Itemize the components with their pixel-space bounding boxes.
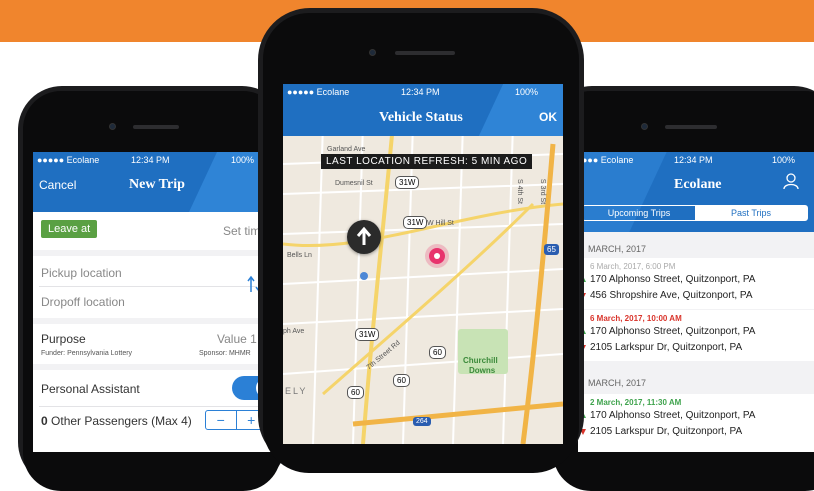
map-view[interactable] xyxy=(283,84,563,444)
page-title: New Trip xyxy=(129,177,185,192)
battery-label: 100% xyxy=(772,155,796,165)
status-bar: ●●● Ecolane 12:34 PM 100% xyxy=(578,152,814,168)
carrier-label: ●●●●● Ecolane xyxy=(287,87,350,97)
locations-group: Pickup location Dropoff location xyxy=(33,256,286,318)
status-time: 12:34 PM xyxy=(674,155,713,165)
leave-at-button[interactable]: Leave at xyxy=(41,220,98,238)
personal-assistant-label: Personal Assistant xyxy=(41,382,140,396)
route-shield: 31W xyxy=(355,328,380,341)
map-label: ph Ave xyxy=(283,328,305,335)
sponsor-label: Sponsor: MHMR xyxy=(199,350,251,357)
trip-origin: 170 Alphonso Street, Quitzonport, PA xyxy=(590,326,756,337)
trip-list-item[interactable]: 6 March, 2017, 10:00 AM 170 Alphonso Str… xyxy=(578,310,814,361)
map-label: Dumesnil St xyxy=(335,180,373,187)
trip-list-item[interactable]: 2 March, 2017, 11:30 AM 170 Alphonso Str… xyxy=(578,394,814,452)
ecolane-navbar: ●●● Ecolane 12:34 PM 100% Ecolane Upcomi… xyxy=(578,152,814,232)
purpose-value: Value 1 xyxy=(217,332,257,346)
center-screen: Garland Ave Dumesnil St W Hill St Bells … xyxy=(283,84,563,444)
map-label: Churchill xyxy=(463,356,498,365)
page-title: Vehicle Status xyxy=(379,110,463,125)
route-shield: 60 xyxy=(429,346,446,359)
trip-origin: 170 Alphonso Street, Quitzonport, PA xyxy=(590,410,756,421)
decrement-button[interactable]: − xyxy=(206,411,237,429)
map-label: Downs xyxy=(469,366,496,375)
tab-past-trips[interactable]: Past Trips xyxy=(695,206,807,220)
passengers-label: Other Passengers (Max 4) xyxy=(51,414,192,428)
route-shield: 65 xyxy=(544,244,559,255)
right-screen: ●●● Ecolane 12:34 PM 100% Ecolane Upcomi… xyxy=(578,152,814,452)
tab-upcoming-trips[interactable]: Upcoming Trips xyxy=(583,206,695,220)
status-time: 12:34 PM xyxy=(131,155,170,165)
new-trip-navbar: ●●●●● Ecolane 12:34 PM 100% Cancel New T… xyxy=(33,152,286,212)
map-label: S 4th St xyxy=(515,179,523,204)
trip-date: 6 March, 2017, 6:00 PM xyxy=(590,262,676,271)
user-icon[interactable] xyxy=(782,172,800,190)
trip-origin: 170 Alphonso Street, Quitzonport, PA xyxy=(590,274,756,285)
front-camera-icon xyxy=(641,123,648,130)
destination-marker-icon[interactable] xyxy=(429,248,445,264)
front-camera-icon xyxy=(109,123,116,130)
passengers-row: 0 Other Passengers (Max 4) xyxy=(41,414,192,428)
trip-list-item[interactable]: 6 March, 2017, 6:00 PM 170 Alphonso Stre… xyxy=(578,258,814,309)
map-label: Bells Ln xyxy=(287,252,312,259)
status-bar: ●●●●● Ecolane 12:34 PM 100% xyxy=(33,152,286,168)
speaker-grille xyxy=(665,125,717,129)
purpose-row[interactable]: Purpose Value 1 Funder: Pennsylvania Lot… xyxy=(33,324,286,364)
leave-at-row: Leave at Set time xyxy=(33,212,286,250)
battery-label: 100% xyxy=(231,155,255,165)
pickup-location-field[interactable]: Pickup location xyxy=(41,266,122,280)
map-label: ELY xyxy=(285,386,308,396)
dropoff-location-field[interactable]: Dropoff location xyxy=(41,295,125,309)
center-phone: Garland Ave Dumesnil St W Hill St Bells … xyxy=(258,8,584,473)
trip-destination: 456 Shropshire Ave, Quitzonport, PA xyxy=(590,290,753,301)
section-header: MARCH, 2017 xyxy=(588,244,647,254)
left-screen: ●●●●● Ecolane 12:34 PM 100% Cancel New T… xyxy=(33,152,286,452)
trip-date: 6 March, 2017, 10:00 AM xyxy=(590,314,682,323)
funder-label: Funder: Pennsylvania Lottery xyxy=(41,350,133,357)
front-camera-icon xyxy=(369,49,376,56)
route-shield: 60 xyxy=(393,374,410,387)
route-shield: 264 xyxy=(413,417,431,426)
page-title: Ecolane xyxy=(674,177,722,192)
vehicle-status-navbar: ●●●●● Ecolane 12:34 PM 100% Vehicle Stat… xyxy=(283,84,563,136)
cancel-button[interactable]: Cancel xyxy=(39,178,76,192)
trip-destination: 2105 Larkspur Dr, Quitzonport, PA xyxy=(590,426,743,437)
ok-button[interactable]: OK xyxy=(539,110,557,124)
carrier-label: ●●●●● Ecolane xyxy=(37,155,100,165)
section-header: MARCH, 2017 xyxy=(588,378,647,388)
carrier-label: ●●● Ecolane xyxy=(582,155,634,165)
location-refresh-banner: LAST LOCATION REFRESH: 5 MIN AGO xyxy=(321,154,533,169)
vehicle-marker-icon[interactable] xyxy=(347,220,381,254)
map-label: W Hill St xyxy=(427,220,454,227)
left-phone: ●●●●● Ecolane 12:34 PM 100% Cancel New T… xyxy=(18,86,286,491)
purpose-label: Purpose xyxy=(41,332,86,346)
route-shield: 31W xyxy=(403,216,428,229)
vehicle-location-dot xyxy=(360,272,368,280)
map-label: Garland Ave xyxy=(327,146,366,153)
speaker-grille xyxy=(133,125,179,129)
route-shield: 60 xyxy=(347,386,364,399)
status-time: 12:34 PM xyxy=(401,87,440,97)
passengers-count: 0 xyxy=(41,414,48,428)
trip-date: 2 March, 2017, 11:30 AM xyxy=(590,398,682,407)
assistant-group: Personal Assistant 0 Other Passengers (M… xyxy=(33,370,286,452)
right-phone: ●●● Ecolane 12:34 PM 100% Ecolane Upcomi… xyxy=(548,86,814,491)
trips-segmented-control: Upcoming Trips Past Trips xyxy=(582,205,808,221)
map-label: S 3rd St xyxy=(539,178,547,205)
trip-destination: 2105 Larkspur Dr, Quitzonport, PA xyxy=(590,342,743,353)
status-bar: ●●●●● Ecolane 12:34 PM 100% xyxy=(283,84,563,100)
speaker-grille xyxy=(395,51,455,55)
route-shield: 31W xyxy=(395,176,420,189)
battery-label: 100% xyxy=(515,87,539,97)
